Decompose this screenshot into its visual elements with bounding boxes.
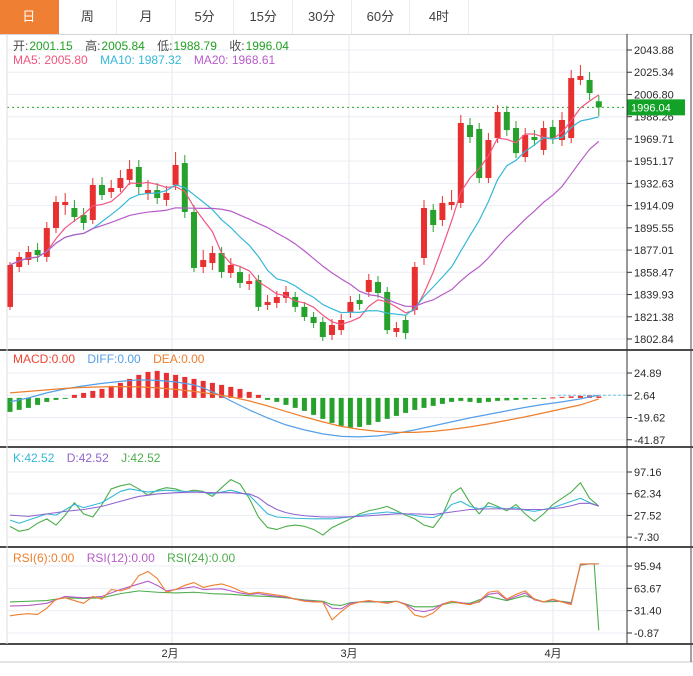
svg-text:95.94: 95.94 — [634, 561, 662, 573]
svg-text:1839.93: 1839.93 — [634, 290, 674, 302]
svg-text:2.64: 2.64 — [634, 390, 655, 402]
svg-text:-41.87: -41.87 — [634, 435, 665, 447]
ma20-value: MA20: 1968.61 — [194, 53, 275, 67]
svg-text:2025.34: 2025.34 — [634, 67, 674, 79]
tab-15min[interactable]: 15分 — [234, 0, 293, 34]
svg-text:1877.01: 1877.01 — [634, 245, 674, 257]
svg-text:31.40: 31.40 — [634, 606, 662, 618]
chart-canvas[interactable]: 2043.882025.342006.801988.261969.711951.… — [0, 34, 693, 664]
svg-text:-0.87: -0.87 — [634, 628, 659, 640]
svg-text:27.52: 27.52 — [634, 510, 662, 522]
tab-30min[interactable]: 30分 — [293, 0, 352, 34]
open-label: 开: — [13, 39, 28, 53]
tab-day[interactable]: 日 — [0, 0, 59, 34]
ma10-value: MA10: 1987.32 — [100, 53, 181, 67]
rsi-readout: RSI(6):0.00 RSI(12):0.00 RSI(24):0.00 — [13, 551, 244, 565]
svg-text:-19.62: -19.62 — [634, 413, 665, 425]
svg-text:63.67: 63.67 — [634, 583, 662, 595]
dea-value: DEA:0.00 — [153, 352, 204, 366]
svg-text:1914.09: 1914.09 — [634, 201, 674, 213]
svg-text:1969.71: 1969.71 — [634, 134, 674, 146]
ma5-value: MA5: 2005.80 — [13, 53, 88, 67]
macd-value: MACD:0.00 — [13, 352, 75, 366]
kdj-readout: K:42.52 D:42.52 J:42.52 — [13, 451, 169, 465]
timeframe-tab-bar: 日周月5分15分30分60分4时 — [0, 0, 693, 35]
rsi6-value: RSI(6):0.00 — [13, 551, 74, 565]
svg-text:24.89: 24.89 — [634, 368, 662, 380]
low-label: 低: — [157, 39, 172, 53]
low-value: 1988.79 — [174, 39, 217, 53]
macd-readout: MACD:0.00 DIFF:0.00 DEA:0.00 — [13, 352, 213, 366]
tab-60min[interactable]: 60分 — [352, 0, 411, 34]
ohlc-readout: 开:2001.15 高:2005.84 低:1988.79 收:1996.04 — [13, 37, 298, 54]
svg-text:1821.38: 1821.38 — [634, 312, 674, 324]
svg-text:1996.04: 1996.04 — [631, 102, 671, 114]
tab-month[interactable]: 月 — [117, 0, 176, 34]
close-value: 1996.04 — [246, 39, 289, 53]
svg-text:3月: 3月 — [340, 648, 357, 660]
rsi12-value: RSI(12):0.00 — [87, 551, 155, 565]
high-value: 2005.84 — [101, 39, 144, 53]
svg-text:97.16: 97.16 — [634, 467, 662, 479]
high-label: 高: — [85, 39, 100, 53]
rsi24-value: RSI(24):0.00 — [167, 551, 235, 565]
ma-readout: MA5: 2005.80 MA10: 1987.32 MA20: 1968.61 — [13, 53, 284, 67]
svg-text:1895.55: 1895.55 — [634, 223, 674, 235]
tab-week[interactable]: 周 — [59, 0, 118, 34]
svg-text:1951.17: 1951.17 — [634, 156, 674, 168]
svg-text:4月: 4月 — [544, 648, 561, 660]
tab-5min[interactable]: 5分 — [176, 0, 235, 34]
svg-text:2043.88: 2043.88 — [634, 45, 674, 57]
k-value: K:42.52 — [13, 451, 54, 465]
diff-value: DIFF:0.00 — [87, 352, 140, 366]
svg-text:2月: 2月 — [161, 648, 178, 660]
d-value: D:42.52 — [67, 451, 109, 465]
svg-text:1932.63: 1932.63 — [634, 178, 674, 190]
close-label: 收: — [229, 39, 244, 53]
trading-chart-app: 日周月5分15分30分60分4时 开:2001.15 高:2005.84 低:1… — [0, 0, 693, 676]
j-value: J:42.52 — [121, 451, 160, 465]
tab-4hour[interactable]: 4时 — [410, 0, 469, 34]
svg-text:62.34: 62.34 — [634, 489, 662, 501]
svg-text:1858.47: 1858.47 — [634, 267, 674, 279]
svg-text:-7.30: -7.30 — [634, 532, 659, 544]
svg-text:1802.84: 1802.84 — [634, 334, 674, 346]
open-value: 2001.15 — [29, 39, 72, 53]
